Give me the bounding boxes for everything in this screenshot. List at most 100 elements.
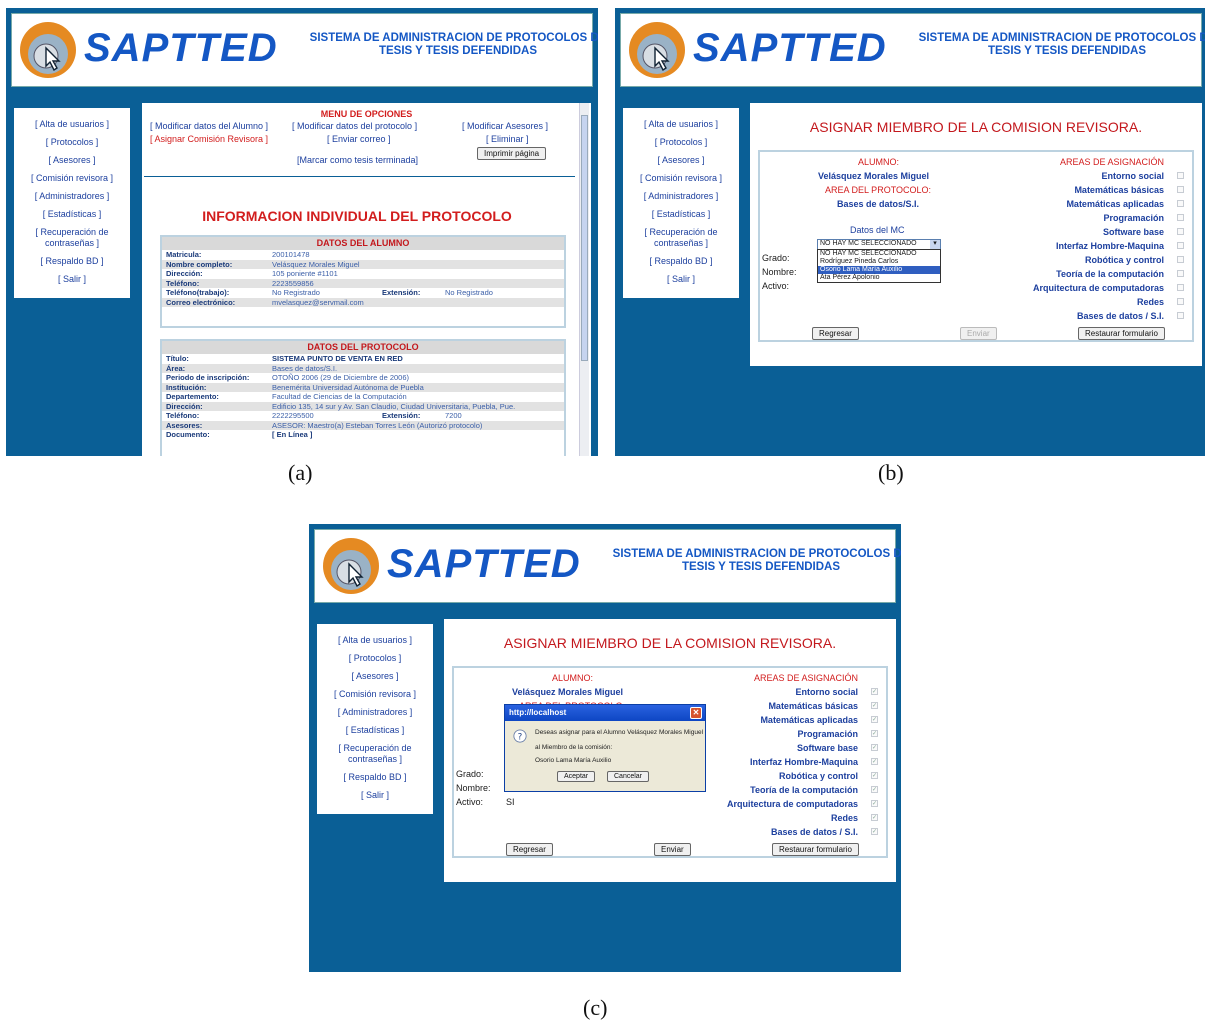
table-row: Teléfono(trabajo): No Registrado Extensión… [166, 288, 493, 297]
menu-administradores[interactable]: [ Administradores ] [319, 707, 431, 718]
area-label-0: Entorno social [1101, 171, 1164, 181]
student-data-title: DATOS DEL ALUMNO [162, 237, 564, 250]
area-checkbox[interactable]: ✓ [871, 702, 878, 709]
area-checkbox[interactable] [1177, 270, 1184, 277]
brand-title: SAPTTED [693, 26, 887, 70]
area-checkbox[interactable]: ✓ [871, 800, 878, 807]
menu-protocolos[interactable]: [ Protocolos ] [319, 653, 431, 664]
panel-c: SAPTTED SISTEMA DE ADMINISTRACION DE PRO… [309, 524, 901, 972]
back-button[interactable]: Regresar [506, 843, 553, 856]
send-button[interactable]: Enviar [654, 843, 691, 856]
area-checkbox[interactable] [1177, 200, 1184, 207]
menu-protocolos[interactable]: [ Protocolos ] [625, 137, 737, 148]
area-checkbox[interactable] [1177, 256, 1184, 263]
area-checkbox[interactable]: ✓ [871, 828, 878, 835]
brand-title: SAPTTED [387, 542, 581, 586]
send-button[interactable]: Enviar [960, 327, 997, 340]
menu-recuperacion[interactable]: [ Recuperación de contraseñas ] [16, 227, 128, 249]
menu-recuperacion[interactable]: [ Recuperación de contraseñas ] [319, 743, 431, 765]
activo-label: Activo: [762, 281, 790, 291]
menu-estadisticas[interactable]: [ Estadísticas ] [16, 209, 128, 220]
panel-b: SAPTTED SISTEMA DE ADMINISTRACION DE PRO… [615, 8, 1205, 456]
accept-button[interactable]: Aceptar [557, 771, 596, 782]
area-checkbox[interactable]: ✓ [871, 744, 878, 751]
menu-respaldo-bd[interactable]: [ Respaldo BD ] [319, 772, 431, 783]
caption-a: (a) [288, 460, 313, 485]
area-checkbox[interactable]: ✓ [871, 688, 878, 695]
dialog-message-3: Osorio Lama María Auxilio [535, 757, 612, 764]
menu-estadisticas[interactable]: [ Estadísticas ] [625, 209, 737, 220]
side-menu: [ Alta de usuarios ] [ Protocolos ] [ As… [14, 108, 130, 298]
reset-button[interactable]: Restaurar formulario [772, 843, 859, 856]
assign-committee-link[interactable]: [ Asignar Comisión Revisora ] [150, 134, 268, 144]
menu-alta-usuarios[interactable]: [ Alta de usuarios ] [625, 119, 737, 130]
menu-estadisticas[interactable]: [ Estadísticas ] [319, 725, 431, 736]
area-checkbox[interactable] [1177, 284, 1184, 291]
list-item[interactable]: Ata Pérez Apolonio [818, 274, 940, 282]
table-row: Correo electrónico: mvelasquez@servmail.c… [162, 297, 564, 307]
area-checkbox[interactable] [1177, 228, 1184, 235]
menu-alta-usuarios[interactable]: [ Alta de usuarios ] [319, 635, 431, 646]
cancel-button[interactable]: Cancelar [607, 771, 650, 782]
menu-comision-revisora[interactable]: [ Comisión revisora ] [319, 689, 431, 700]
menu-asesores[interactable]: [ Asesores ] [319, 671, 431, 682]
menu-comision-revisora[interactable]: [ Comisión revisora ] [625, 173, 737, 184]
mc-dropdown[interactable]: NO HAY MC SELECCIONADO Rodríguez Pineda … [817, 249, 941, 283]
menu-salir[interactable]: [ Salir ] [625, 274, 737, 285]
scrollbar-thumb[interactable] [581, 115, 588, 361]
area-checkbox[interactable] [1177, 214, 1184, 221]
area-label-3: Programación [1103, 213, 1164, 223]
area-checkbox[interactable]: ✓ [871, 814, 878, 821]
area-label-8: Arquitectura de computadoras [1032, 283, 1164, 293]
modify-student-link[interactable]: [ Modificar datos del Alumno ] [150, 121, 268, 131]
menu-respaldo-bd[interactable]: [ Respaldo BD ] [16, 256, 128, 267]
send-mail-link[interactable]: [ Enviar correo ] [327, 134, 391, 144]
list-item[interactable]: Rodríguez Pineda Carlos [818, 258, 940, 266]
back-button[interactable]: Regresar [812, 327, 859, 340]
list-item[interactable]: NO HAY MC SELECCIONADO [818, 250, 940, 258]
area-checkbox[interactable]: ✓ [871, 772, 878, 779]
area-checkbox[interactable] [1177, 312, 1184, 319]
chevron-down-icon[interactable]: ▾ [930, 240, 940, 249]
caption-c: (c) [583, 995, 608, 1020]
area-label-6: Robótica y control [778, 771, 858, 781]
area-label-5: Interfaz Hombre-Maquina [1055, 241, 1164, 251]
reset-button[interactable]: Restaurar formulario [1078, 327, 1165, 340]
mark-finished-link[interactable]: [Marcar como tesis terminada] [297, 155, 418, 165]
scrollbar[interactable] [579, 103, 589, 456]
menu-salir[interactable]: [ Salir ] [16, 274, 128, 285]
menu-protocolos[interactable]: [ Protocolos ] [16, 137, 128, 148]
list-item[interactable]: Osorio Lama María Auxilio [818, 266, 940, 274]
area-checkbox[interactable]: ✓ [871, 758, 878, 765]
area-checkbox[interactable]: ✓ [871, 786, 878, 793]
print-button[interactable]: Imprimir página [477, 147, 547, 160]
area-checkbox[interactable]: ✓ [871, 716, 878, 723]
area-checkbox[interactable] [1177, 172, 1184, 179]
menu-alta-usuarios[interactable]: [ Alta de usuarios ] [16, 119, 128, 130]
area-label-7: Teoría de la computación [750, 785, 858, 795]
modify-advisors-link[interactable]: [ Modificar Asesores ] [462, 121, 548, 131]
form-title: ASIGNAR MIEMBRO DE LA COMISION REVISORA. [503, 635, 837, 651]
menu-salir[interactable]: [ Salir ] [319, 790, 431, 801]
area-checkbox[interactable] [1177, 298, 1184, 305]
menu-asesores[interactable]: [ Asesores ] [16, 155, 128, 166]
menu-administradores[interactable]: [ Administradores ] [625, 191, 737, 202]
menu-recuperacion[interactable]: [ Recuperación de contraseñas ] [625, 227, 737, 249]
area-checkbox[interactable]: ✓ [871, 730, 878, 737]
area-label-6: Robótica y control [1084, 255, 1164, 265]
table-row: Teléfono: 2222295500 Extensión: 7200 [166, 411, 462, 420]
menu-comision-revisora[interactable]: [ Comisión revisora ] [16, 173, 128, 184]
menu-respaldo-bd[interactable]: [ Respaldo BD ] [625, 256, 737, 267]
table-row: Asesores: ASESOR: Maestro(a) Esteban Torr… [162, 420, 564, 430]
delete-link[interactable]: [ Eliminar ] [486, 134, 529, 144]
area-label-0: Entorno social [795, 687, 858, 697]
menu-asesores[interactable]: [ Asesores ] [625, 155, 737, 166]
menu-administradores[interactable]: [ Administradores ] [16, 191, 128, 202]
svg-text:?: ? [518, 733, 523, 743]
close-icon[interactable]: ✕ [690, 707, 702, 719]
area-checkbox[interactable] [1177, 186, 1184, 193]
modify-protocol-link[interactable]: [ Modificar datos del protocolo ] [292, 121, 417, 131]
areas-title: AREAS DE ASIGNACIÓN [1059, 157, 1164, 167]
area-label: AREA DEL PROTOCOLO: [825, 185, 932, 195]
area-checkbox[interactable] [1177, 242, 1184, 249]
